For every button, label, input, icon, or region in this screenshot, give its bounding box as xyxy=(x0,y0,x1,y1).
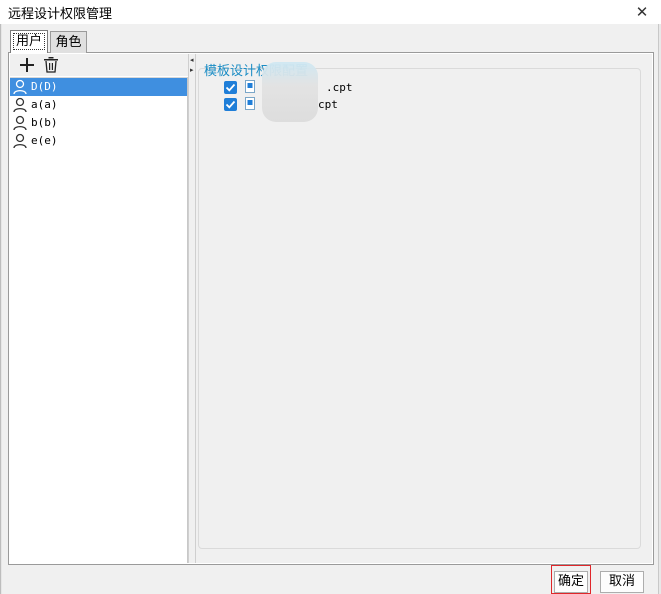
user-icon xyxy=(13,79,27,95)
expand-right-icon[interactable]: ▸ xyxy=(190,66,194,74)
list-item-user[interactable]: D(D) xyxy=(10,78,187,96)
tab-role-label: 角色 xyxy=(55,35,82,50)
user-name: e(e) xyxy=(31,134,58,147)
cpt-file-icon xyxy=(245,80,255,93)
panel-splitter[interactable]: ◂ ▸ xyxy=(188,54,196,563)
tab-user[interactable]: 用户 xyxy=(10,30,48,53)
user-name: a(a) xyxy=(31,98,58,111)
user-icon xyxy=(13,133,27,149)
user-name: b(b) xyxy=(31,116,58,129)
list-item-user[interactable]: a(a) xyxy=(10,96,187,114)
trash-icon xyxy=(44,57,58,73)
collapse-left-icon[interactable]: ◂ xyxy=(190,56,194,64)
cancel-button[interactable]: 取消 xyxy=(600,571,644,593)
user-icon xyxy=(13,115,27,131)
file-checkbox[interactable] xyxy=(224,81,237,94)
config-group-box xyxy=(198,68,641,549)
close-icon: ✕ xyxy=(635,3,649,21)
file-name: .cpt xyxy=(326,81,353,94)
delete-user-button[interactable] xyxy=(42,56,60,74)
user-name: D(D) xyxy=(31,80,58,93)
plus-icon xyxy=(20,58,34,72)
user-list: D(D) a(a) b(b) e(e) xyxy=(10,77,188,563)
check-icon xyxy=(225,83,236,92)
file-name: cpt xyxy=(318,98,338,111)
tab-user-label: 用户 xyxy=(12,33,45,50)
cancel-button-label: 取消 xyxy=(608,574,635,589)
title-bar: 远程设计权限管理 ✕ xyxy=(0,0,661,24)
add-user-button[interactable] xyxy=(18,56,36,74)
file-checkbox[interactable] xyxy=(224,98,237,111)
list-item-user[interactable]: b(b) xyxy=(10,114,187,132)
ok-button-highlight-box xyxy=(551,565,591,594)
close-button[interactable]: ✕ xyxy=(624,0,660,24)
cpt-file-icon xyxy=(245,97,255,110)
check-icon xyxy=(225,100,236,109)
redacted-filename-blur xyxy=(262,62,318,122)
window-title: 远程设计权限管理 xyxy=(8,7,113,22)
user-icon xyxy=(13,97,27,113)
left-window-edge-line xyxy=(0,24,1,594)
user-toolbar xyxy=(10,54,188,76)
list-item-user[interactable]: e(e) xyxy=(10,132,187,150)
tab-role[interactable]: 角色 xyxy=(50,31,87,53)
